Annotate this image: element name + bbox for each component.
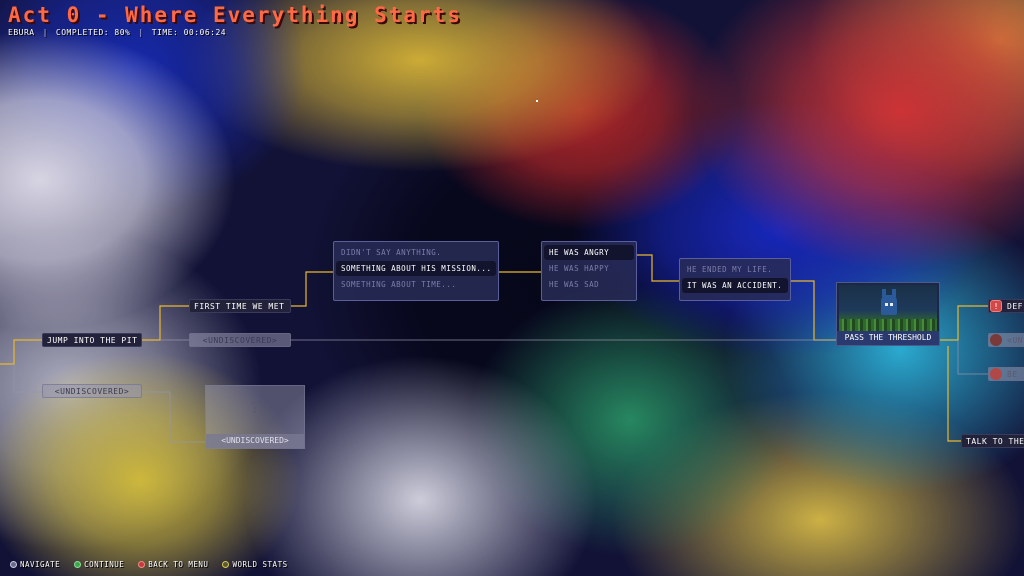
play-time: TIME: 00:06:24 (151, 28, 227, 37)
hint-world-stats[interactable]: WORLD STATS (222, 558, 287, 570)
hint-continue[interactable]: CONTINUE (74, 558, 124, 570)
b-button-icon (138, 560, 146, 568)
choice-option[interactable]: HE WAS HAPPY (544, 261, 634, 276)
completion-percent: COMPLETED: 80% (55, 28, 131, 37)
node-jump-into-the-pit[interactable]: JUMP INTO THE PIT (42, 333, 142, 347)
choice-option[interactable]: HE ENDED MY LIFE. (682, 262, 788, 277)
node-undiscovered[interactable]: <UNDISCOVERED> (189, 333, 291, 347)
choice-option[interactable]: DIDN'T SAY ANYTHING. (336, 245, 496, 260)
creature-sprite (881, 289, 897, 315)
choice-option[interactable]: HE WAS SAD (544, 277, 634, 292)
y-button-icon (222, 560, 230, 568)
node-undiscovered-label: <UNDISCOVERED> (206, 434, 304, 448)
warning-icon: ! (990, 300, 1002, 312)
alert-icon (990, 368, 1002, 380)
node-first-time-we-met[interactable]: FIRST TIME WE MET (189, 299, 291, 313)
question-mark-icon: ? (250, 398, 260, 417)
node-undiscovered[interactable]: <UNDISCOVERED> (42, 384, 142, 398)
progress-bar-info: EBURA | COMPLETED: 80% | TIME: 00:06:24 (8, 28, 227, 37)
node-pass-the-threshold-label: PASS THE THRESHOLD (837, 331, 939, 345)
scene-thumbnail (839, 285, 937, 331)
choice-group-mission: DIDN'T SAY ANYTHING. SOMETHING ABOUT HIS… (333, 241, 499, 301)
choice-option-selected[interactable]: HE WAS ANGRY (544, 245, 634, 260)
left-stick-icon (10, 560, 17, 568)
choice-group-ending: HE ENDED MY LIFE. IT WAS AN ACCIDENT. (679, 258, 791, 301)
locked-icon (990, 334, 1002, 346)
choice-option[interactable]: SOMETHING ABOUT TIME... (336, 277, 496, 292)
node-undiscovered-scene[interactable]: ? <UNDISCOVERED> (205, 385, 305, 449)
choice-group-feeling: HE WAS ANGRY HE WAS HAPPY HE WAS SAD (541, 241, 637, 301)
control-hints: NAVIGATE CONTINUE BACK TO MENU WORLD STA… (10, 558, 288, 570)
node-talk-to-the[interactable]: TALK TO THE (961, 434, 1024, 448)
chapter-title: Act 0 - Where Everything Starts (8, 3, 462, 27)
a-button-icon (74, 560, 82, 568)
character-name: EBURA (8, 28, 35, 37)
star-sparkle (536, 100, 538, 102)
hint-navigate[interactable]: NAVIGATE (10, 558, 60, 570)
node-pass-the-threshold[interactable]: PASS THE THRESHOLD (836, 282, 940, 346)
choice-option-selected[interactable]: IT WAS AN ACCIDENT. (682, 278, 788, 293)
hint-back-to-menu[interactable]: BACK TO MENU (138, 558, 208, 570)
choice-option-selected[interactable]: SOMETHING ABOUT HIS MISSION... (336, 261, 496, 276)
